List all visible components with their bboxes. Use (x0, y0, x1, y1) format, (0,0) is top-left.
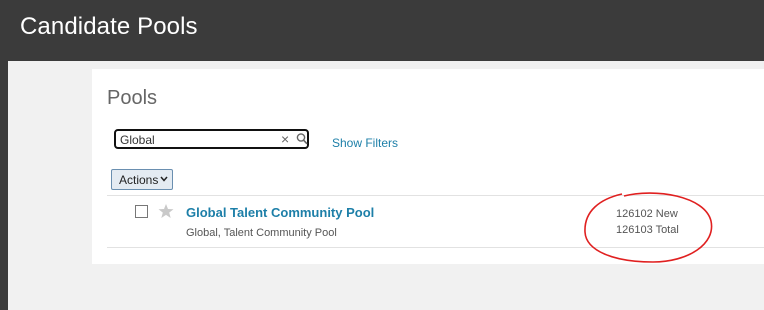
actions-button[interactable]: Actions (111, 169, 173, 190)
app-header: Candidate Pools (0, 0, 764, 61)
search-box: × (114, 129, 309, 149)
chevron-down-icon (160, 176, 168, 182)
star-icon[interactable] (158, 203, 174, 219)
close-icon[interactable]: × (281, 132, 293, 146)
show-filters-link[interactable]: Show Filters (332, 136, 398, 150)
pool-name-link[interactable]: Global Talent Community Pool (186, 205, 374, 220)
row-checkbox[interactable] (135, 205, 148, 218)
search-input[interactable] (120, 132, 270, 147)
left-rail (0, 61, 8, 310)
actions-label: Actions (119, 173, 159, 187)
pool-description: Global, Talent Community Pool (186, 227, 337, 239)
pools-heading: Pools (107, 87, 158, 109)
page-title: Candidate Pools (20, 13, 198, 40)
annotation-circle (584, 192, 713, 263)
search-icon[interactable] (296, 132, 308, 146)
